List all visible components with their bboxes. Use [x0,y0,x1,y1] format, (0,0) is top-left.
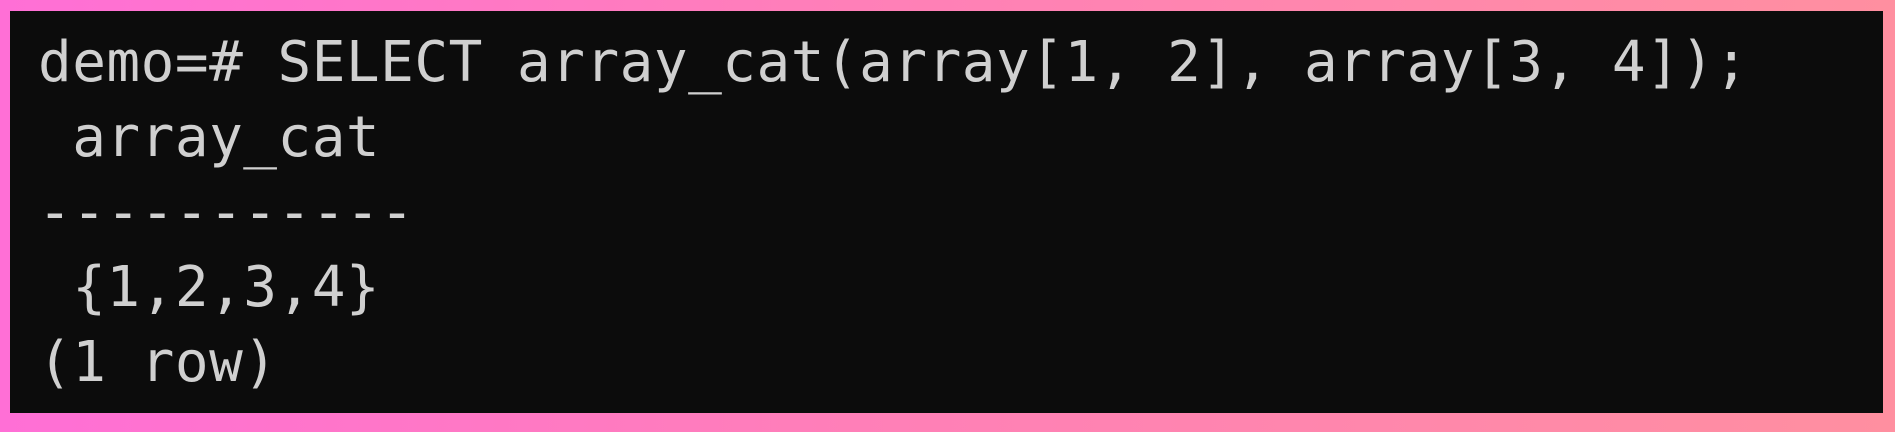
result-value: {1,2,3,4} [38,255,381,320]
row-count: (1 row) [38,330,278,395]
header-separator: ----------- [38,180,415,245]
terminal-window[interactable]: demo=# SELECT array_cat(array[1, 2], arr… [10,11,1883,413]
result-column-header: array_cat [38,105,381,170]
command-line: demo=# SELECT array_cat(array[1, 2], arr… [38,30,1749,95]
